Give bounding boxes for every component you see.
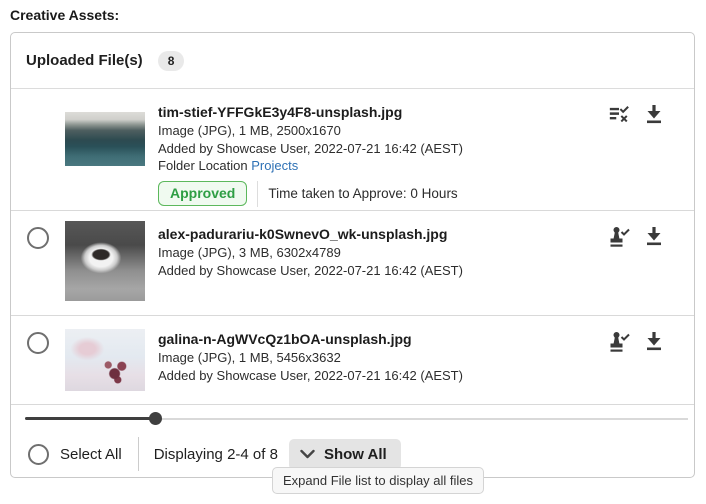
file-info-3: galina-n-AgWVcQz1bOA-unsplash.jpg Image …: [158, 330, 463, 384]
footer-divider: [137, 437, 139, 471]
file-row-2: alex-padurariu-k0SwnevO_wk-unsplash.jpg …: [11, 211, 694, 316]
file-row-1: tim-stief-YFFGkE3y4F8-unsplash.jpg Image…: [11, 89, 694, 211]
file-thumbnail-3: [65, 326, 145, 394]
file-thumbnail-2: [65, 221, 145, 301]
thumbnail-image-frosty-berries: [65, 329, 145, 391]
file-select-radio[interactable]: [27, 227, 49, 249]
file-added-by: Added by Showcase User, 2022-07-21 16:42…: [158, 140, 463, 156]
show-all-tooltip: Expand File list to display all files: [272, 467, 485, 494]
file-thumbnail-1: [65, 99, 145, 179]
file-name: galina-n-AgWVcQz1bOA-unsplash.jpg: [158, 331, 412, 347]
file-count-badge: 8: [157, 50, 185, 71]
panel-header-title: Uploaded File(s): [26, 52, 143, 69]
status-badge-approved: Approved: [158, 181, 248, 206]
approve-stamp-icon[interactable]: [608, 225, 630, 249]
download-icon[interactable]: [643, 225, 665, 249]
approval-list-icon[interactable]: [608, 103, 630, 127]
panel-header: Uploaded File(s) 8: [11, 33, 694, 89]
page-title: Creative Assets:: [10, 7, 120, 23]
chevron-down-icon: [300, 449, 315, 460]
thumbnail-image-mountain-lake: [65, 112, 145, 166]
file-added-by: Added by Showcase User, 2022-07-21 16:42…: [158, 262, 463, 278]
uploaded-files-panel: Uploaded File(s) 8 tim-stief-YFFGkE3y4F8…: [10, 32, 695, 478]
file-meta: Image (JPG), 3 MB, 6302x4789: [158, 245, 341, 260]
row-actions-1: [608, 103, 665, 127]
show-all-button-label: Show All: [323, 445, 387, 463]
file-name: alex-padurariu-k0SwnevO_wk-unsplash.jpg: [158, 226, 448, 242]
file-added-by: Added by Showcase User, 2022-07-21 16:42…: [158, 367, 463, 383]
show-all-button[interactable]: Show All: [288, 438, 401, 470]
displaying-count-text: Displaying 2-4 of 8: [153, 445, 278, 463]
folder-link-projects[interactable]: Projects: [251, 158, 298, 173]
file-info-2: alex-padurariu-k0SwnevO_wk-unsplash.jpg …: [158, 225, 463, 279]
approval-time-note: Time taken to Approve: 0 Hours: [268, 186, 458, 201]
radio-slot: [11, 332, 65, 354]
select-all-radio[interactable]: [28, 443, 49, 465]
file-info-1: tim-stief-YFFGkE3y4F8-unsplash.jpg Image…: [158, 103, 463, 207]
download-icon[interactable]: [643, 103, 665, 127]
download-icon[interactable]: [643, 330, 665, 354]
slider-track-empty[interactable]: [156, 417, 688, 420]
file-name: tim-stief-YFFGkE3y4F8-unsplash.jpg: [158, 104, 403, 120]
status-row: Approved Time taken to Approve: 0 Hours: [158, 180, 463, 207]
file-folder-location: Folder Location Projects: [158, 157, 463, 175]
folder-location-label: Folder Location: [158, 158, 248, 173]
file-select-radio[interactable]: [27, 332, 49, 354]
row-actions-3: [608, 330, 665, 354]
status-divider: [257, 180, 259, 207]
approve-stamp-icon[interactable]: [608, 330, 630, 354]
slider-handle[interactable]: [149, 412, 162, 425]
radio-slot: [11, 227, 65, 249]
file-row-3: galina-n-AgWVcQz1bOA-unsplash.jpg Image …: [11, 316, 694, 405]
slider-track-filled[interactable]: [25, 417, 156, 420]
file-meta: Image (JPG), 1 MB, 5456x3632: [158, 350, 341, 365]
select-all-label: Select All: [60, 445, 122, 463]
thumbnail-image-coffee-mittens: [65, 221, 145, 301]
file-list-slider: [11, 405, 694, 433]
row-actions-2: [608, 225, 665, 249]
file-meta: Image (JPG), 1 MB, 2500x1670: [158, 123, 341, 138]
